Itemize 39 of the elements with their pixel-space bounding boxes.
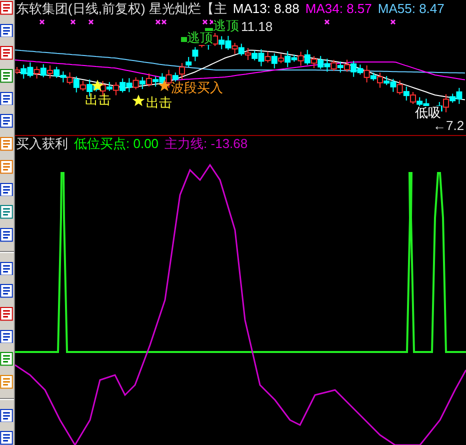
- cross-marker: [88, 19, 94, 25]
- star-icon: [132, 94, 145, 107]
- chart-label: 出击: [85, 93, 111, 107]
- star-icon: [91, 79, 104, 92]
- toolbar-icon[interactable]: [0, 182, 13, 196]
- indicator-value: 低位买点: 0.00: [74, 136, 159, 152]
- toolbar-icon[interactable]: [0, 352, 13, 366]
- toolbar-icon[interactable]: [0, 69, 13, 83]
- chart-label: 11.18: [241, 20, 273, 34]
- toolbar-icon[interactable]: [0, 284, 13, 298]
- toolbar-icon[interactable]: [0, 1, 13, 15]
- toolbar-icon[interactable]: [0, 228, 13, 242]
- chart-label: ←7.2: [433, 119, 464, 133]
- toolbar-icon[interactable]: [0, 330, 13, 344]
- indicator-value: MA55: 8.47: [378, 0, 444, 18]
- cross-marker: [324, 19, 330, 25]
- cross-marker: [390, 19, 396, 25]
- chart-label: 逃顶: [187, 31, 213, 45]
- star-icon: [158, 79, 171, 92]
- chart-label: 出击: [146, 96, 172, 110]
- toolbar-icon[interactable]: [0, 262, 13, 276]
- chart-label: 逃顶: [213, 19, 239, 33]
- toolbar-icon[interactable]: [0, 24, 13, 38]
- chart-title: 东软集团(日线,前复权) 星光灿烂【主: [16, 0, 227, 18]
- toolbar-icon[interactable]: [0, 306, 13, 321]
- toolbar-icon[interactable]: [0, 205, 13, 219]
- indicator-value: MA13: 8.88: [232, 0, 300, 18]
- cross-marker: [70, 19, 76, 25]
- chart-label: 波段买入: [171, 81, 223, 95]
- toolbar-icon[interactable]: [0, 431, 13, 445]
- panel-title: 买入获利: [16, 136, 68, 152]
- indicator-value: MA34: 8.57: [305, 0, 372, 18]
- cross-marker: [39, 19, 45, 25]
- toolbar-icon[interactable]: [0, 46, 13, 60]
- toolbar-icon[interactable]: [0, 92, 13, 106]
- toolbar-icon[interactable]: [0, 114, 13, 128]
- toolbar-icon[interactable]: [0, 408, 13, 422]
- chart-label: 低吸: [415, 106, 441, 120]
- indicator-value: 主力线: -13.68: [164, 136, 248, 152]
